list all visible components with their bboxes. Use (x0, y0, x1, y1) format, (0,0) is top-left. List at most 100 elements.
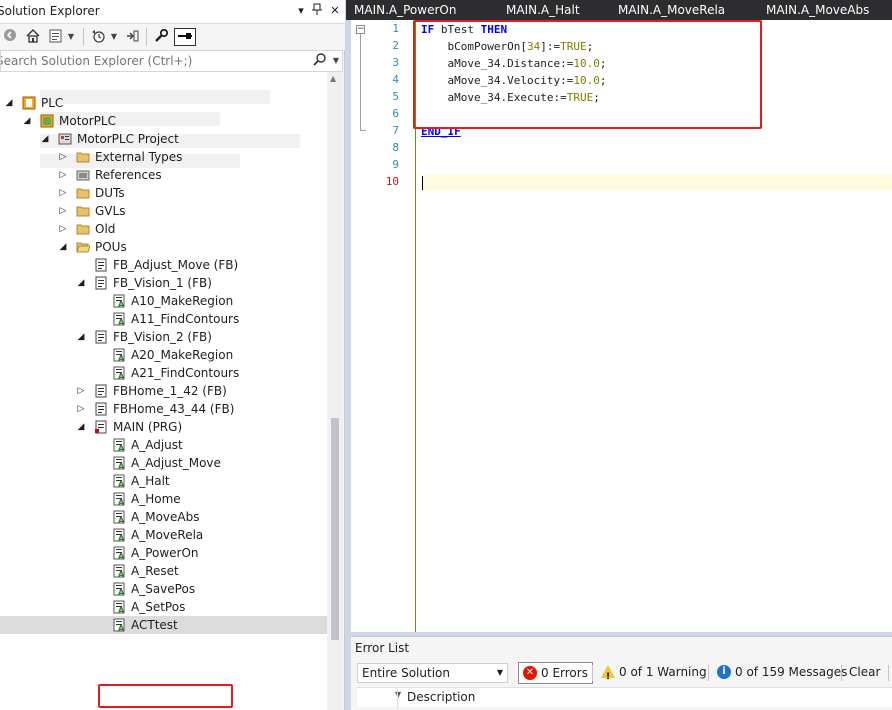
tree-node-fbhome-1-42-fb[interactable]: ▷ FBHome_1_42 (FB) (0, 382, 327, 400)
scroll-up-arrow-icon[interactable]: ▲ (330, 74, 336, 83)
window-position-dropdown-icon[interactable]: ▾ (294, 3, 308, 19)
collapse-arrow-icon[interactable]: ◢ (76, 328, 86, 346)
prg-icon (94, 420, 108, 434)
close-icon[interactable]: ✕ (328, 3, 342, 19)
tree-node-old[interactable]: ▷ Old (0, 220, 327, 238)
preview-selected-items-icon[interactable] (174, 28, 196, 46)
scope-dropdown[interactable]: Entire Solution ▼ (357, 663, 508, 683)
tree-node-gvls[interactable]: ▷ GVLs (0, 202, 327, 220)
tree-node-a-adjust[interactable]: A A_Adjust (0, 436, 327, 454)
switch-views-icon[interactable] (46, 28, 66, 46)
tree-node-a-moverela[interactable]: A A_MoveRela (0, 526, 327, 544)
tree-node-label: A20_MakeRegion (131, 348, 234, 362)
tree-node-fb-adjust-move-fb[interactable]: FB_Adjust_Move (FB) (0, 256, 327, 274)
tab-main-a-moveabs[interactable]: MAIN.A_MoveAbs (766, 3, 869, 17)
toolbar-separator (146, 28, 147, 46)
tree-node-references[interactable]: ▷ References (0, 166, 327, 184)
home-icon[interactable] (24, 28, 42, 46)
pending-changes-filter-icon[interactable] (90, 28, 108, 46)
tree-node-a-savepos[interactable]: A A_SavePos (0, 580, 327, 598)
tree-node-a-setpos[interactable]: A A_SetPos (0, 598, 327, 616)
tree-node-fb-vision-2-fb[interactable]: ◢ FB_Vision_2 (FB) (0, 328, 327, 346)
editor-tab-bar: MAIN.A_PowerOn MAIN.A_Halt MAIN.A_MoveRe… (346, 0, 892, 20)
tree-node-a-halt[interactable]: A A_Halt (0, 472, 327, 490)
collapse-region-icon[interactable]: − (356, 25, 365, 34)
tree-node-duts[interactable]: ▷ DUTs (0, 184, 327, 202)
description-column-header[interactable]: Description (407, 690, 475, 704)
collapse-arrow-icon[interactable]: ◢ (40, 130, 50, 148)
tree-node-fb-vision-1-fb[interactable]: ◢ FB_Vision_1 (FB) (0, 274, 327, 292)
tree-node-a-adjust-move[interactable]: A A_Adjust_Move (0, 454, 327, 472)
sync-with-document-icon[interactable] (123, 28, 141, 46)
tree-node-pous[interactable]: ◢ POUs (0, 238, 327, 256)
tree-node-label: A_Adjust_Move (131, 456, 221, 470)
tab-main-a-poweron[interactable]: MAIN.A_PowerOn (354, 3, 456, 17)
action-icon: A (112, 582, 126, 597)
tab-main-a-halt[interactable]: MAIN.A_Halt (506, 3, 580, 17)
tree-node-label: FB_Adjust_Move (FB) (113, 258, 239, 272)
tree-node-a10-makeregion[interactable]: A A10_MakeRegion (0, 292, 327, 310)
search-input[interactable] (1, 51, 306, 71)
tree-node-acttest[interactable]: A ACTtest (0, 616, 327, 634)
line-number: 1 (392, 22, 399, 35)
tree-node-a-reset[interactable]: A A_Reset (0, 562, 327, 580)
back-icon[interactable] (2, 28, 18, 46)
code-editor[interactable]: − 1 2 3 4 5 6 7 8 9 10 IF bTest THEN bCo… (351, 20, 892, 632)
action-icon: A (112, 510, 126, 525)
collapse-arrow-icon[interactable]: ◢ (4, 94, 14, 112)
collapse-arrow-icon[interactable]: ◢ (76, 418, 86, 436)
properties-wrench-icon[interactable] (152, 28, 170, 46)
expand-arrow-icon[interactable]: ▷ (76, 382, 86, 400)
folder-icon (76, 150, 90, 164)
search-icon[interactable] (313, 53, 326, 70)
expand-arrow-icon[interactable]: ▷ (76, 400, 86, 418)
text-caret (422, 176, 423, 190)
tree-node-plc[interactable]: ◢ PLC (0, 94, 327, 112)
tree-node-label: A_Home (131, 492, 181, 506)
tree-node-a-poweron[interactable]: A A_PowerOn (0, 544, 327, 562)
scrollbar-thumb[interactable] (331, 418, 339, 640)
tree-node-a-home[interactable]: A A_Home (0, 490, 327, 508)
collapse-arrow-icon[interactable]: ◢ (22, 112, 32, 130)
pending-changes-dropdown-icon[interactable]: ▼ (109, 28, 119, 46)
error-list-title: Error List (355, 641, 410, 655)
expand-arrow-icon[interactable]: ▷ (58, 202, 68, 220)
collapse-arrow-icon[interactable]: ◢ (58, 238, 68, 256)
errors-filter-button[interactable]: ✕ 0 Errors (518, 662, 593, 684)
expand-arrow-icon[interactable]: ▷ (58, 184, 68, 202)
error-list-toolbar: Entire Solution ▼ ✕ 0 Errors ! 0 of 1 Wa… (351, 659, 892, 685)
expand-arrow-icon[interactable]: ▷ (58, 166, 68, 184)
warnings-filter-button[interactable]: ! 0 of 1 Warning (601, 662, 707, 684)
svg-text:A: A (118, 534, 125, 542)
tree-node-label: PLC (41, 96, 64, 110)
plc-icon (22, 96, 36, 110)
errors-count: 0 Errors (541, 666, 588, 680)
switch-views-dropdown-icon[interactable]: ▼ (66, 28, 76, 46)
tree-node-fbhome-43-44-fb[interactable]: ▷ FBHome_43_44 (FB) (0, 400, 327, 418)
tree-node-a11-findcontours[interactable]: A A11_FindContours (0, 310, 327, 328)
clear-button[interactable]: Clear (849, 662, 880, 684)
solution-explorer-search-box[interactable]: ▼ (0, 50, 343, 72)
action-icon: A (112, 438, 126, 453)
tree-node-label: A_Reset (131, 564, 179, 578)
svg-text:A: A (118, 462, 125, 470)
tree-node-motorplc[interactable]: ◢ MotorPLC (0, 112, 327, 130)
tree-node-a21-findcontours[interactable]: A A21_FindContours (0, 364, 327, 382)
fold-guide-line (360, 34, 361, 130)
tab-main-a-moverela[interactable]: MAIN.A_MoveRela (618, 3, 725, 17)
tree-node-main-prg[interactable]: ◢ MAIN (PRG) (0, 418, 327, 436)
messages-filter-button[interactable]: i 0 of 159 Messages (717, 662, 847, 684)
line-number: 2 (392, 39, 399, 52)
pin-icon[interactable] (310, 3, 324, 19)
expand-arrow-icon[interactable]: ▷ (58, 220, 68, 238)
search-options-dropdown-icon[interactable]: ▼ (333, 56, 339, 65)
collapse-arrow-icon[interactable]: ◢ (76, 274, 86, 292)
tree-node-motorplc-project[interactable]: ◢ MotorPLC Project (0, 130, 327, 148)
tree-node-a-moveabs[interactable]: A A_MoveAbs (0, 508, 327, 526)
tree-node-a20-makeregion[interactable]: A A20_MakeRegion (0, 346, 327, 364)
tree-node-external-types[interactable]: ▷ External Types (0, 148, 327, 166)
column-divider[interactable] (397, 688, 398, 708)
solution-explorer-scrollbar[interactable]: ▲ (327, 72, 343, 710)
expand-arrow-icon[interactable]: ▷ (58, 148, 68, 166)
sort-indicator-icon[interactable]: ▼ (395, 690, 401, 699)
